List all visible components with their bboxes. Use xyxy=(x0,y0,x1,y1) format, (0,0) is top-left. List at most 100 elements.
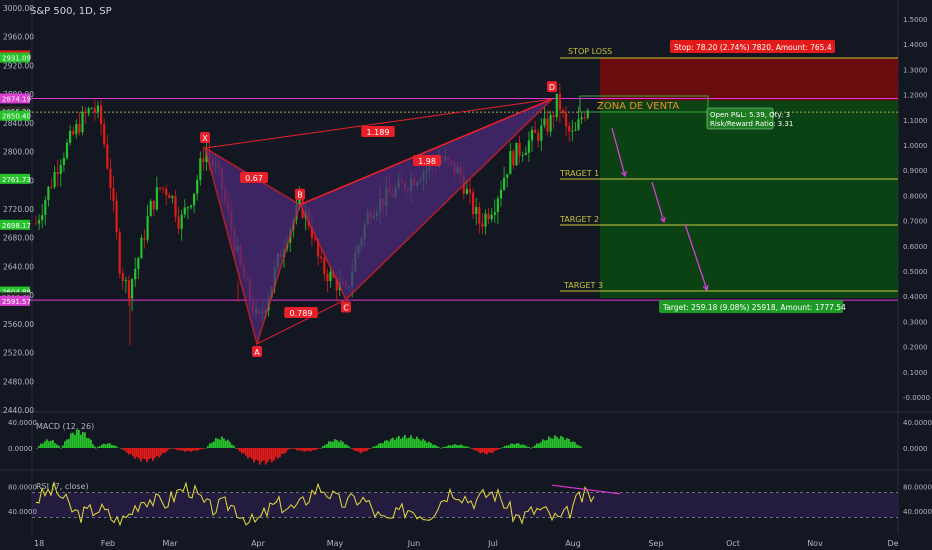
macd-bar xyxy=(285,448,287,453)
macd-bar xyxy=(514,444,516,448)
macd-bar xyxy=(474,448,476,451)
macd-bar xyxy=(84,432,86,448)
macd-bar xyxy=(490,448,492,453)
macd-bar xyxy=(117,447,119,448)
macd-bar xyxy=(376,445,378,448)
candle-body xyxy=(140,238,143,259)
macd-bar xyxy=(170,448,172,449)
macd-bar xyxy=(257,448,259,461)
macd-bar xyxy=(172,448,174,449)
macd-bar xyxy=(496,448,498,451)
macd-bar xyxy=(428,441,430,448)
macd-bar xyxy=(290,448,292,449)
candle-body xyxy=(38,220,41,224)
macd-bar xyxy=(446,446,448,448)
macd-bar xyxy=(554,435,556,448)
candle-body xyxy=(41,215,44,221)
macd-bar xyxy=(482,448,484,453)
right-axis-tick: 0.7000 xyxy=(903,218,928,226)
macd-bar xyxy=(422,438,424,448)
macd-bar xyxy=(338,441,340,448)
price-label: 2850.40 xyxy=(2,113,31,121)
candle-body xyxy=(186,207,189,209)
pnl-line-2: Risk/Reward Ratio: 3.31 xyxy=(710,120,793,128)
macd-bar xyxy=(99,446,101,448)
macd-bar xyxy=(239,448,241,452)
macd-bar xyxy=(184,448,186,452)
macd-bar xyxy=(219,439,221,448)
candle-body xyxy=(484,213,487,227)
target-1-label: TRAGET 1 xyxy=(559,169,599,178)
macd-bar xyxy=(261,448,263,462)
macd-bar xyxy=(498,448,500,450)
macd-bar xyxy=(128,448,130,455)
macd-bar xyxy=(364,448,366,452)
candle-body xyxy=(496,198,499,213)
macd-bar xyxy=(310,448,312,452)
x-axis-tick: De xyxy=(887,539,898,548)
macd-bar xyxy=(392,437,394,448)
macd-bar xyxy=(538,443,540,448)
macd-bar xyxy=(472,448,474,450)
macd-bar xyxy=(70,433,72,448)
macd-bar xyxy=(578,445,580,448)
chart-canvas[interactable]: X A B C D 0.67 0.789 1.98 1.189 STOP LOSS Stop: 78… xyxy=(0,0,932,550)
macd-bar xyxy=(424,440,426,448)
macd-bar xyxy=(207,446,209,448)
macd-bar xyxy=(225,440,227,448)
macd-bar xyxy=(52,440,54,448)
rsi-label: RSI (7, close) xyxy=(36,482,89,491)
x-axis-tick: Mar xyxy=(162,539,178,548)
x-axis-tick: Jun xyxy=(407,539,421,548)
pattern-point-label-a: A xyxy=(254,348,260,357)
stop-zone xyxy=(600,58,898,101)
zona-label: ZONA DE VENTA xyxy=(597,101,679,112)
macd-bar xyxy=(130,448,132,454)
candle-body xyxy=(565,113,568,127)
right-axis-tick: 1.0000 xyxy=(903,142,928,150)
macd-bar xyxy=(500,448,502,449)
macd-bar xyxy=(562,437,564,448)
price-axis-tick: 2960.00 xyxy=(3,33,34,42)
macd-bar xyxy=(508,445,510,448)
macd-bar xyxy=(97,446,99,448)
macd-bar xyxy=(486,448,488,455)
macd-bar xyxy=(283,448,285,454)
macd-bar xyxy=(40,443,42,448)
candle-body xyxy=(196,179,199,194)
macd-bar xyxy=(380,443,382,448)
macd-bar xyxy=(136,448,138,457)
right-axis-tick: 0.2000 xyxy=(903,344,928,352)
macd-bar xyxy=(370,448,372,449)
macd-bar xyxy=(384,440,386,448)
candle-body xyxy=(490,214,493,220)
candle-body xyxy=(574,129,577,131)
macd-bar xyxy=(126,448,128,453)
candle-body xyxy=(75,124,78,135)
macd-bar xyxy=(416,436,418,448)
macd-bar xyxy=(312,448,314,451)
macd-bar xyxy=(448,445,450,448)
candle-body xyxy=(171,196,174,199)
macd-bar xyxy=(388,441,390,448)
candle-body xyxy=(543,118,546,126)
target-zone xyxy=(600,100,898,299)
macd-bar xyxy=(522,444,524,448)
macd-bar xyxy=(64,441,66,448)
candle-body xyxy=(90,108,93,110)
macd-bar xyxy=(528,447,530,448)
macd-bar xyxy=(154,448,156,459)
macd-bar xyxy=(44,441,46,448)
macd-bar xyxy=(132,448,134,457)
macd-bar xyxy=(314,448,316,450)
macd-bar xyxy=(470,448,472,449)
macd-bar xyxy=(368,448,370,450)
price-axis-tick: 2800.00 xyxy=(3,148,34,157)
macd-bar xyxy=(164,448,166,453)
candle-body xyxy=(478,207,481,224)
macd-bar xyxy=(140,448,142,462)
x-axis-tick: Apr xyxy=(251,539,266,548)
macd-bar xyxy=(138,448,140,459)
macd-bar xyxy=(542,439,544,448)
macd-bar xyxy=(146,448,148,463)
